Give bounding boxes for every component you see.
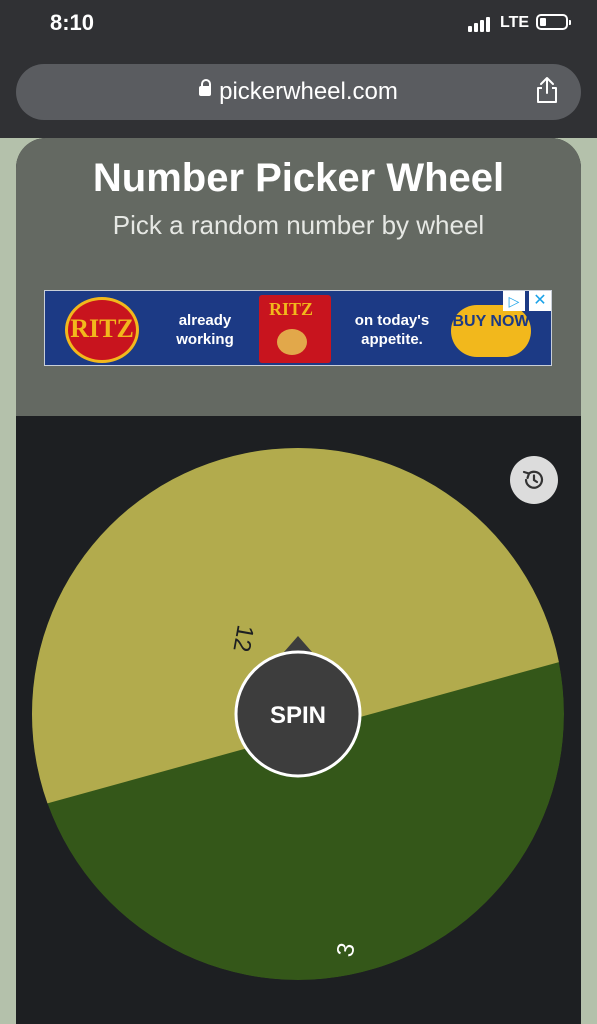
- battery-icon: [536, 14, 571, 30]
- adchoices-icon[interactable]: ▷: [503, 291, 525, 311]
- ad-box-brand: RITZ: [269, 299, 314, 319]
- status-time: 8:10: [50, 10, 95, 35]
- history-icon[interactable]: [510, 456, 558, 504]
- ad-buy-now-button[interactable]: BUY NOW: [451, 305, 531, 357]
- spin-label: SPIN: [270, 702, 326, 729]
- wheel[interactable]: 12 3 SPIN: [16, 416, 581, 1024]
- ad-text-1: already working: [176, 312, 234, 348]
- share-icon[interactable]: [535, 76, 559, 109]
- ad-text-2: on today's appetite.: [354, 312, 430, 348]
- url-text: pickerwheel.com: [219, 78, 398, 105]
- page-title: Number Picker Wheel: [92, 156, 505, 200]
- lock-icon: [199, 78, 212, 96]
- page-subtitle: Pick a random number by wheel: [112, 210, 485, 240]
- network-label: LTE: [500, 14, 530, 31]
- ad-banner[interactable]: RITZ already working RITZ on today's app…: [44, 290, 552, 366]
- signal-icon: [468, 14, 492, 32]
- url-display[interactable]: pickerwheel.com: [16, 78, 581, 106]
- status-bar: 8:10 LTE: [0, 0, 597, 50]
- page-header: Number Picker Wheel Pick a random number…: [16, 138, 581, 416]
- ad-product-image: RITZ: [259, 295, 331, 363]
- picker-card: Number Picker Wheel Pick a random number…: [16, 138, 581, 1024]
- segment-label-12: 12: [227, 623, 258, 654]
- ad-brand-logo: RITZ: [65, 297, 139, 363]
- address-bar[interactable]: pickerwheel.com: [16, 64, 581, 120]
- browser-toolbar: pickerwheel.com: [0, 50, 597, 138]
- close-icon[interactable]: ✕: [529, 291, 551, 311]
